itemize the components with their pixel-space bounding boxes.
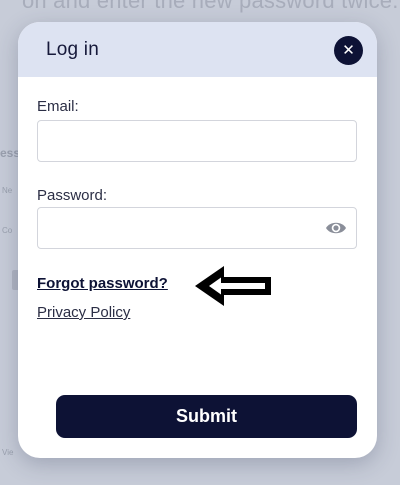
password-label: Password: [37, 187, 108, 204]
background-fragment: Vie [2, 448, 14, 457]
submit-button[interactable]: Submit [56, 395, 357, 438]
background-heading: on and enter the new password twice. [22, 0, 399, 13]
close-button[interactable]: ✕ [334, 36, 363, 65]
forgot-password-link[interactable]: Forgot password? [37, 275, 168, 292]
privacy-policy-link[interactable]: Privacy Policy [37, 304, 130, 321]
login-modal: Log in ✕ Email: Password: Forgot passwor… [18, 22, 377, 458]
eye-icon[interactable] [325, 218, 347, 238]
email-label: Email: [37, 98, 79, 115]
email-field[interactable] [37, 120, 357, 162]
password-field[interactable] [37, 207, 357, 249]
background-fragment: Co [2, 226, 13, 235]
arrow-left-icon [195, 266, 271, 306]
background-fragment: Ne [2, 186, 13, 195]
modal-title: Log in [46, 39, 99, 60]
modal-header: Log in ✕ [18, 22, 377, 77]
close-icon: ✕ [342, 42, 355, 59]
